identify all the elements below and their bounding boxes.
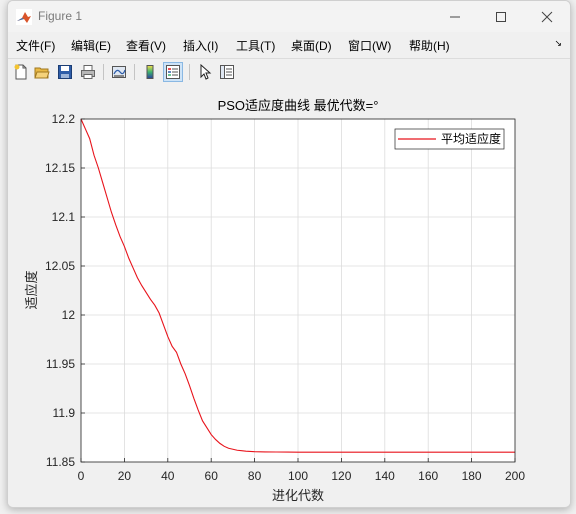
x-tick-label: 200 — [505, 469, 525, 483]
legend-label: 平均适应度 — [441, 131, 501, 146]
print-button[interactable] — [78, 62, 98, 82]
menu-tools[interactable]: 工具(T) — [236, 37, 275, 54]
property-inspector-button[interactable] — [217, 62, 237, 82]
y-tick-label: 12.2 — [52, 112, 76, 126]
menu-window[interactable]: 窗口(W) — [348, 37, 391, 54]
edit-plot-arrow-icon — [200, 64, 212, 80]
x-tick-label: 120 — [331, 469, 351, 483]
toolbar-separator — [134, 64, 135, 80]
menu-file[interactable]: 文件(F) — [16, 37, 55, 54]
x-tick-label: 180 — [462, 469, 482, 483]
menu-insert[interactable]: 插入(I) — [183, 37, 218, 54]
new-figure-icon — [14, 64, 27, 80]
minimize-button[interactable] — [432, 1, 478, 32]
open-file-button[interactable] — [32, 62, 52, 82]
y-tick-label: 11.9 — [53, 406, 76, 420]
x-tick-label: 140 — [375, 469, 395, 483]
y-tick-label: 11.85 — [46, 455, 75, 469]
open-file-icon — [34, 67, 50, 79]
print-icon — [81, 65, 95, 79]
x-tick-label: 60 — [205, 469, 219, 483]
figure-window: Figure 1 文件(F) 编辑(E) 查看(V) 插入(I) 工具(T) 桌… — [7, 0, 571, 508]
toolbar — [8, 58, 570, 86]
matlab-logo-icon — [16, 9, 32, 25]
menu-bar: 文件(F) 编辑(E) 查看(V) 插入(I) 工具(T) 桌面(D) 窗口(W… — [8, 33, 570, 55]
x-tick-label: 100 — [288, 469, 308, 483]
link-plot-button[interactable] — [109, 62, 129, 82]
close-button[interactable] — [524, 1, 570, 32]
save-icon — [58, 65, 72, 79]
minimize-icon — [450, 16, 460, 17]
y-tick-label: 12.05 — [45, 259, 75, 273]
y-axis-label: 适应度 — [24, 270, 39, 309]
y-tick-label: 12 — [62, 308, 76, 322]
x-tick-label: 40 — [161, 469, 175, 483]
menu-view[interactable]: 查看(V) — [126, 37, 166, 54]
chart-title: PSO适应度曲线 最优代数=° — [218, 98, 379, 113]
menu-help[interactable]: 帮助(H) — [409, 37, 450, 54]
y-tick-label: 11.95 — [46, 357, 75, 371]
y-axis-ticks: 11.85 11.9 11.95 12 12.05 12.1 12.15 12.2 — [45, 112, 85, 469]
x-tick-label: 20 — [118, 469, 132, 483]
y-tick-label: 12.1 — [52, 210, 76, 224]
edit-plot-button[interactable] — [195, 62, 215, 82]
property-inspector-icon — [220, 65, 234, 79]
window-title: Figure 1 — [38, 9, 83, 23]
new-figure-button[interactable] — [11, 62, 31, 82]
toolbar-separator — [189, 64, 190, 80]
title-bar[interactable]: Figure 1 — [8, 1, 570, 32]
menu-edit[interactable]: 编辑(E) — [71, 37, 111, 54]
maximize-button[interactable] — [478, 1, 524, 32]
toolbar-separator — [103, 64, 104, 80]
x-axis-label: 进化代数 — [272, 488, 324, 503]
dock-arrow-icon[interactable]: ↘ — [554, 39, 562, 49]
legend[interactable]: 平均适应度 — [394, 128, 505, 150]
figure-canvas: 0 20 40 60 80 100 120 140 160 180 200 11.85 11.9 11.… — [8, 85, 570, 507]
link-plot-icon — [112, 66, 126, 78]
save-button[interactable] — [55, 62, 75, 82]
y-tick-label: 12.15 — [45, 161, 75, 175]
x-tick-label: 80 — [248, 469, 262, 483]
fitness-chart[interactable]: 0 20 40 60 80 100 120 140 160 180 200 11.8511.911.… — [8, 85, 570, 507]
menu-desktop[interactable]: 桌面(D) — [291, 37, 332, 54]
x-tick-label: 0 — [78, 469, 85, 483]
maximize-icon — [496, 11, 506, 22]
insert-colorbar-icon — [146, 65, 154, 79]
insert-colorbar-button[interactable] — [140, 62, 160, 82]
close-icon — [541, 11, 553, 22]
x-tick-label: 160 — [418, 469, 438, 483]
insert-legend-button[interactable] — [163, 62, 183, 82]
insert-legend-icon — [166, 65, 180, 79]
